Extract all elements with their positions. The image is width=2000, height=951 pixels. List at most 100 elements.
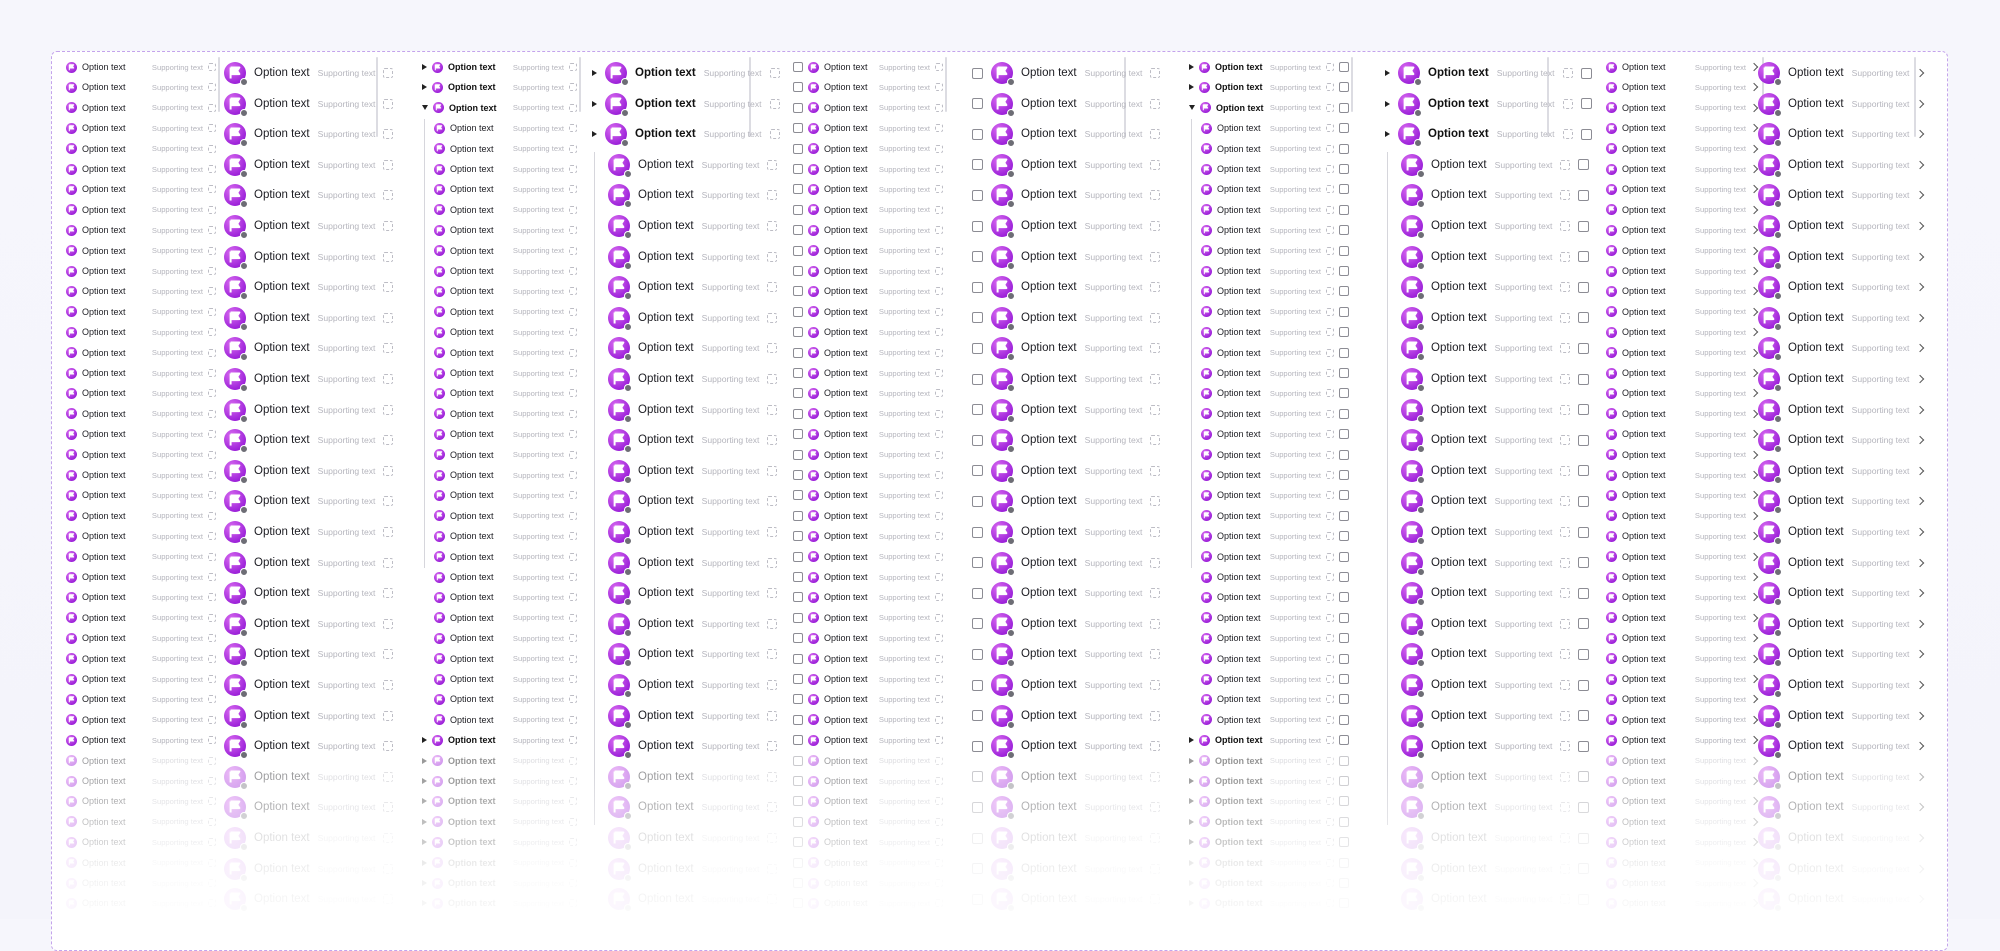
expand-icon[interactable] — [767, 374, 778, 384]
checkbox-icon[interactable] — [1578, 251, 1590, 263]
expand-icon[interactable] — [569, 675, 577, 683]
expand-icon[interactable] — [208, 389, 216, 398]
list-item[interactable]: Option text Supporting text — [422, 833, 577, 851]
list-item[interactable]: Option text Supporting text — [1385, 733, 1590, 760]
list-item[interactable]: Option text Supporting text — [224, 550, 394, 576]
expand-icon[interactable] — [208, 185, 216, 194]
expand-icon[interactable] — [1326, 817, 1334, 826]
expand-icon[interactable] — [1326, 287, 1334, 296]
expand-icon[interactable] — [208, 307, 216, 316]
expand-icon[interactable] — [769, 68, 780, 78]
caret-right-icon[interactable] — [422, 64, 427, 70]
expand-icon[interactable] — [569, 654, 577, 663]
expand-icon[interactable] — [935, 409, 943, 418]
list-item[interactable]: Option text Supporting text — [793, 160, 943, 178]
expand-icon[interactable] — [569, 899, 577, 908]
checkbox-icon[interactable] — [1339, 878, 1349, 888]
checkbox-icon[interactable] — [1339, 102, 1349, 113]
checkbox-icon[interactable] — [793, 612, 803, 623]
caret-right-icon[interactable] — [592, 131, 597, 138]
expand-icon[interactable] — [569, 552, 577, 561]
list-item[interactable]: Option text Supporting text — [422, 160, 577, 178]
expand-icon[interactable] — [1562, 68, 1573, 78]
chevron-right-icon[interactable] — [1749, 164, 1759, 174]
checkbox-icon[interactable] — [972, 893, 983, 905]
expand-icon[interactable] — [208, 654, 216, 663]
checkbox-icon[interactable] — [793, 837, 803, 848]
list-item[interactable]: Option text Supporting text — [66, 344, 216, 362]
expand-icon[interactable] — [1150, 159, 1161, 170]
expand-icon[interactable] — [935, 246, 943, 255]
list-item[interactable]: Option text Supporting text — [1189, 507, 1349, 525]
expand-icon[interactable] — [208, 124, 216, 133]
list-item[interactable]: Option text Supporting text — [224, 427, 394, 454]
list-item[interactable]: Option text Supporting text — [422, 568, 577, 586]
list-item[interactable]: Option text Supporting text — [1189, 486, 1349, 504]
checkbox-icon[interactable] — [1339, 408, 1349, 419]
checkbox-icon[interactable] — [793, 714, 803, 725]
expand-icon[interactable] — [569, 817, 577, 826]
list-item[interactable]: Option text Supporting text — [422, 99, 577, 117]
list-item[interactable]: Option text Supporting text — [422, 262, 577, 280]
list-item[interactable]: Option text Supporting text — [1758, 703, 1925, 729]
list-item[interactable]: Option text Supporting text — [1606, 99, 1760, 117]
list-item[interactable]: Option text Supporting text — [66, 792, 216, 810]
list-item[interactable]: Option text Supporting text — [1606, 650, 1760, 668]
expand-icon[interactable] — [208, 675, 216, 683]
chevron-right-icon[interactable] — [1916, 435, 1925, 445]
chevron-right-icon[interactable] — [1749, 144, 1759, 153]
caret-right-icon[interactable] — [422, 839, 427, 846]
expand-icon[interactable] — [208, 797, 216, 806]
expand-icon[interactable] — [1150, 741, 1161, 752]
expand-icon[interactable] — [935, 715, 943, 724]
expand-icon[interactable] — [767, 680, 778, 690]
expand-icon[interactable] — [1150, 312, 1161, 323]
expand-icon[interactable] — [1150, 680, 1161, 690]
checkbox-icon[interactable] — [1339, 755, 1349, 766]
list-item[interactable]: Option text Supporting text — [66, 588, 216, 606]
checkbox-icon[interactable] — [1580, 98, 1592, 110]
checkbox-icon[interactable] — [1339, 510, 1349, 521]
list-item[interactable]: Option text Supporting text — [972, 764, 1161, 790]
checkbox-icon[interactable] — [793, 878, 803, 888]
expand-icon[interactable] — [569, 532, 577, 541]
list-item[interactable]: Option text Supporting text — [972, 213, 1161, 239]
list-item[interactable]: Option text Supporting text — [1606, 731, 1760, 749]
expand-icon[interactable] — [208, 287, 216, 296]
list-item[interactable]: Option text Supporting text — [793, 894, 943, 912]
chevron-right-icon[interactable] — [1749, 307, 1759, 317]
expand-icon[interactable] — [1560, 710, 1571, 721]
checkbox-icon[interactable] — [1339, 266, 1349, 276]
list-item[interactable]: Option text Supporting text — [1385, 213, 1590, 239]
expand-icon[interactable] — [767, 221, 778, 231]
expand-icon[interactable] — [208, 879, 216, 887]
list-item[interactable]: Option text Supporting text — [422, 772, 577, 790]
expand-icon[interactable] — [935, 287, 943, 296]
list-item[interactable]: Option text Supporting text — [972, 611, 1161, 637]
list-item[interactable]: Option text Supporting text — [793, 690, 943, 708]
list-item[interactable]: Option text Supporting text — [592, 366, 778, 392]
expand-icon[interactable] — [569, 593, 577, 602]
list-item[interactable]: Option text Supporting text — [1189, 813, 1349, 831]
expand-icon[interactable] — [1326, 756, 1334, 765]
expand-icon[interactable] — [383, 527, 394, 537]
expand-icon[interactable] — [1150, 710, 1161, 721]
checkbox-icon[interactable] — [972, 587, 983, 599]
checkbox-icon[interactable] — [1578, 434, 1590, 446]
list-item[interactable]: Option text Supporting text — [422, 180, 577, 198]
checkbox-icon[interactable] — [1339, 327, 1349, 338]
expand-icon[interactable] — [383, 465, 394, 476]
list-item[interactable]: Option text Supporting text — [1758, 733, 1925, 760]
list-item[interactable]: Option text Supporting text — [793, 588, 943, 606]
expand-icon[interactable] — [569, 328, 577, 337]
expand-icon[interactable] — [569, 756, 577, 765]
list-item[interactable]: Option text Supporting text — [592, 60, 780, 86]
list-item[interactable]: Option text Supporting text — [972, 366, 1161, 392]
expand-icon[interactable] — [208, 267, 216, 275]
list-item[interactable]: Option text Supporting text — [1385, 152, 1590, 178]
chevron-right-icon[interactable] — [1749, 287, 1759, 296]
list-item[interactable]: Option text Supporting text — [66, 262, 216, 280]
list-item[interactable]: Option text Supporting text — [422, 670, 577, 688]
list-item[interactable]: Option text Supporting text — [1189, 752, 1349, 770]
list-item[interactable]: Option text Supporting text — [422, 874, 577, 892]
